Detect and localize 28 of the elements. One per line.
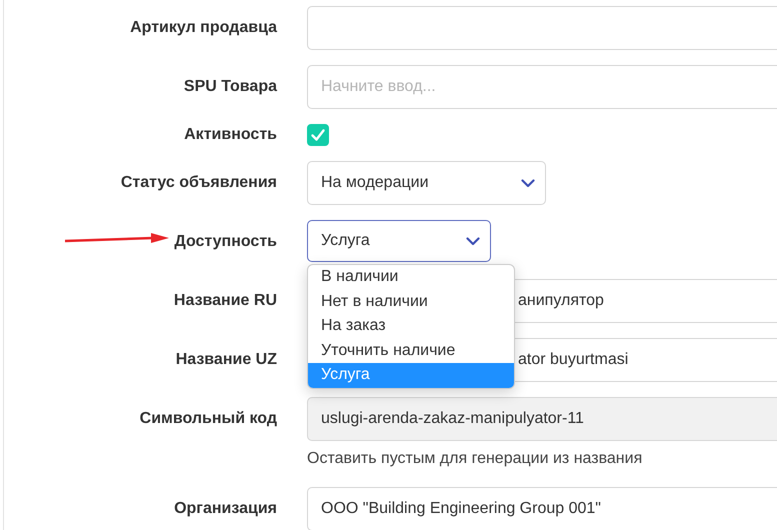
field-value: ator buyurtmasi — [518, 351, 628, 369]
chevron-down-icon — [466, 236, 480, 246]
field-label: Статус объявления — [120, 174, 277, 192]
field-value: анипулятор — [518, 292, 604, 310]
field-label: Организация — [174, 500, 277, 518]
field-label: Название RU — [174, 292, 277, 310]
field-value: uslugi-arenda-zakaz-manipulyator-11 — [321, 410, 584, 428]
dropdown-option[interactable]: Уточнить наличие — [308, 338, 514, 363]
help-text: Оставить пустым для генерации из названия — [307, 450, 642, 468]
dropdown-option[interactable]: В наличии — [308, 265, 514, 290]
field-label: Артикул продавца — [130, 19, 277, 37]
field-label: Доступность — [174, 233, 277, 251]
dropdown-option[interactable]: На заказ — [308, 314, 514, 338]
check-icon — [310, 127, 326, 143]
field-label: Символьный код — [140, 410, 277, 428]
checkbox[interactable] — [307, 124, 329, 146]
field-placeholder: Начните ввод... — [321, 78, 436, 96]
input-field[interactable] — [307, 6, 777, 50]
select-field[interactable]: Услуга — [307, 220, 491, 262]
field-label: Название UZ — [176, 351, 277, 369]
chevron-down-icon — [520, 178, 535, 188]
input-field[interactable]: ООО "Building Engineering Group 001" — [307, 487, 777, 530]
dropdown-option[interactable]: Нет в наличии — [308, 290, 514, 314]
select-field[interactable]: На модерации — [307, 161, 546, 205]
field-label: SPU Товара — [184, 78, 277, 96]
input-field[interactable]: uslugi-arenda-zakaz-manipulyator-11 — [307, 397, 777, 441]
field-value: ООО "Building Engineering Group 001" — [321, 500, 601, 518]
field-label: Активность — [184, 126, 277, 144]
